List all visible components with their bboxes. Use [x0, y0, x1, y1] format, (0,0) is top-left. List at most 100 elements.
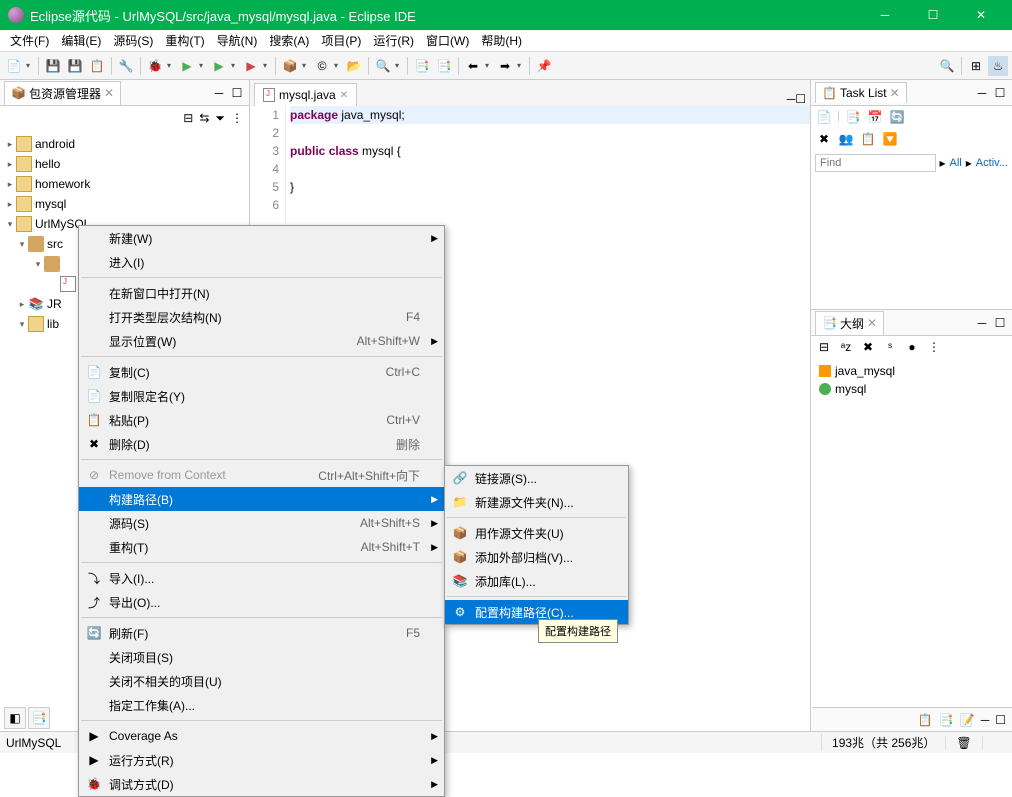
sub-item-0[interactable]: 🔗链接源(S)...	[445, 466, 628, 490]
project-mysql[interactable]: ▸mysql	[0, 194, 249, 214]
search-button[interactable]: 🔍	[373, 56, 393, 76]
menu-project[interactable]: 项目(P)	[315, 30, 367, 51]
open-type-button[interactable]: 📂	[344, 56, 364, 76]
find-input[interactable]	[815, 154, 936, 172]
editor-tab-mysql[interactable]: mysql.java ✕	[254, 83, 357, 106]
close-button[interactable]: ✕	[958, 0, 1004, 30]
menu-window[interactable]: 窗口(W)	[420, 30, 475, 51]
task-sched-button[interactable]: 📅	[866, 108, 884, 126]
ctx-item-22[interactable]: 关闭不相关的项目(U)	[79, 669, 444, 693]
ctx-item-15[interactable]: 重构(T)Alt+Shift+T▶	[79, 535, 444, 559]
outline-t3[interactable]: ✖	[859, 338, 877, 356]
tb-b[interactable]: 🔧	[116, 56, 136, 76]
task-t3[interactable]: 📋	[859, 130, 877, 148]
ctx-item-21[interactable]: 关闭项目(S)	[79, 645, 444, 669]
collapse-all-button[interactable]: ⊟	[183, 111, 193, 125]
outline-tab[interactable]: 📑 大纲 ✕	[815, 311, 884, 335]
ctx-item-27[interactable]: 🐞调试方式(D)▶	[79, 772, 444, 796]
project-homework[interactable]: ▸homework	[0, 174, 249, 194]
view-menu-button[interactable]: ⋮	[231, 111, 243, 125]
maximize-button[interactable]: ☐	[910, 0, 956, 30]
minimize-tasklist-button[interactable]: ─	[974, 85, 990, 101]
fwd-button[interactable]: ➡	[495, 56, 515, 76]
left-min-tab2[interactable]: 📑	[28, 707, 50, 729]
save-all-button[interactable]: 💾	[65, 56, 85, 76]
minimize-editor-button[interactable]: ─	[787, 92, 796, 106]
close-tab-icon[interactable]: ✕	[890, 86, 900, 100]
minimize-panel-button[interactable]: ─	[211, 85, 227, 101]
br-btn1[interactable]: 📋	[918, 713, 933, 727]
outline-package[interactable]: java_mysql	[815, 362, 1008, 380]
all-link[interactable]: All	[950, 157, 962, 169]
menu-file[interactable]: 文件(F)	[4, 30, 55, 51]
menu-help[interactable]: 帮助(H)	[475, 30, 528, 51]
tb-c[interactable]: 📑	[412, 56, 432, 76]
minimize-button[interactable]: ─	[862, 0, 908, 30]
task-new-button[interactable]: 📄	[815, 108, 833, 126]
ctx-item-0[interactable]: 新建(W)▶	[79, 226, 444, 250]
menu-navigate[interactable]: 导航(N)	[211, 30, 264, 51]
project-hello[interactable]: ▸hello	[0, 154, 249, 174]
quick-access-button[interactable]: 🔍	[937, 56, 957, 76]
ctx-item-25[interactable]: ▶Coverage As▶	[79, 724, 444, 748]
menu-run[interactable]: 运行(R)	[367, 30, 420, 51]
ctx-item-5[interactable]: 显示位置(W)Alt+Shift+W▶	[79, 329, 444, 353]
maximize-tasklist-button[interactable]: ☐	[992, 85, 1008, 101]
tb-d[interactable]: 📑	[434, 56, 454, 76]
outline-t5[interactable]: ●	[903, 338, 921, 356]
ctx-item-14[interactable]: 源码(S)Alt+Shift+S▶	[79, 511, 444, 535]
ctx-item-8[interactable]: 📄复制限定名(Y)	[79, 384, 444, 408]
ctx-item-17[interactable]: ⤵导入(I)...	[79, 566, 444, 590]
ctx-item-13[interactable]: 构建路径(B)▶	[79, 487, 444, 511]
task-t2[interactable]: 👥	[837, 130, 855, 148]
task-cat-button[interactable]: 📑	[844, 108, 862, 126]
sub-item-1[interactable]: 📁新建源文件夹(N)...	[445, 490, 628, 514]
filter-button[interactable]: ⏷	[215, 111, 225, 126]
ext-tools-button[interactable]: ▶	[241, 56, 261, 76]
ctx-item-9[interactable]: 📋粘贴(P)Ctrl+V	[79, 408, 444, 432]
tb-a[interactable]: 📋	[87, 56, 107, 76]
new-button[interactable]: 📄	[4, 56, 24, 76]
close-tab-icon[interactable]: ✕	[340, 90, 348, 101]
maximize-outline-button[interactable]: ☐	[992, 315, 1008, 331]
ctx-item-10[interactable]: ✖删除(D)删除	[79, 432, 444, 456]
ctx-item-18[interactable]: ⤴导出(O)...	[79, 590, 444, 614]
ctx-item-20[interactable]: 🔄刷新(F)F5	[79, 621, 444, 645]
outline-t6[interactable]: ⋮	[925, 338, 943, 356]
menu-refactor[interactable]: 重构(T)	[159, 30, 210, 51]
task-t4[interactable]: 🔽	[881, 130, 899, 148]
menu-search[interactable]: 搜索(A)	[263, 30, 315, 51]
minimize-outline-button[interactable]: ─	[974, 315, 990, 331]
br-btn2[interactable]: 📑	[939, 713, 954, 727]
tasklist-tab[interactable]: 📋 Task List ✕	[815, 82, 907, 103]
close-tab-icon[interactable]: ✕	[867, 316, 877, 330]
new-pkg-button[interactable]: 📦	[280, 56, 300, 76]
sub-item-5[interactable]: 📚添加库(L)...	[445, 569, 628, 593]
maximize-editor-button[interactable]: ☐	[795, 92, 806, 106]
menu-edit[interactable]: 编辑(E)	[55, 30, 107, 51]
ctx-item-4[interactable]: 打开类型层次结构(N)F4	[79, 305, 444, 329]
project-android[interactable]: ▸android	[0, 134, 249, 154]
save-button[interactable]: 💾	[43, 56, 63, 76]
br-btn4[interactable]: ─	[981, 713, 990, 727]
task-sync-button[interactable]: 🔄	[888, 108, 906, 126]
menu-source[interactable]: 源码(S)	[107, 30, 159, 51]
close-tab-icon[interactable]: ✕	[104, 86, 114, 100]
debug-button[interactable]: 🐞	[145, 56, 165, 76]
run-button[interactable]: ▶	[177, 56, 197, 76]
task-t1[interactable]: ✖	[815, 130, 833, 148]
ctx-item-1[interactable]: 进入(I)	[79, 250, 444, 274]
outline-t4[interactable]: ˢ	[881, 338, 899, 356]
outline-sort-button[interactable]: ᵃz	[837, 338, 855, 356]
persp-open-button[interactable]: ⊞	[966, 56, 986, 76]
ctx-item-3[interactable]: 在新窗口中打开(N)	[79, 281, 444, 305]
ctx-item-26[interactable]: ▶运行方式(R)▶	[79, 748, 444, 772]
left-min-tab1[interactable]: ◧	[4, 707, 26, 729]
br-btn5[interactable]: ☐	[995, 713, 1006, 727]
ctx-item-12[interactable]: ⊘Remove from ContextCtrl+Alt+Shift+向下	[79, 463, 444, 487]
back-button[interactable]: ⬅	[463, 56, 483, 76]
outline-t1[interactable]: ⊟	[815, 338, 833, 356]
br-btn3[interactable]: 📝	[960, 713, 975, 727]
ctx-item-7[interactable]: 📄复制(C)Ctrl+C	[79, 360, 444, 384]
maximize-panel-button[interactable]: ☐	[229, 85, 245, 101]
